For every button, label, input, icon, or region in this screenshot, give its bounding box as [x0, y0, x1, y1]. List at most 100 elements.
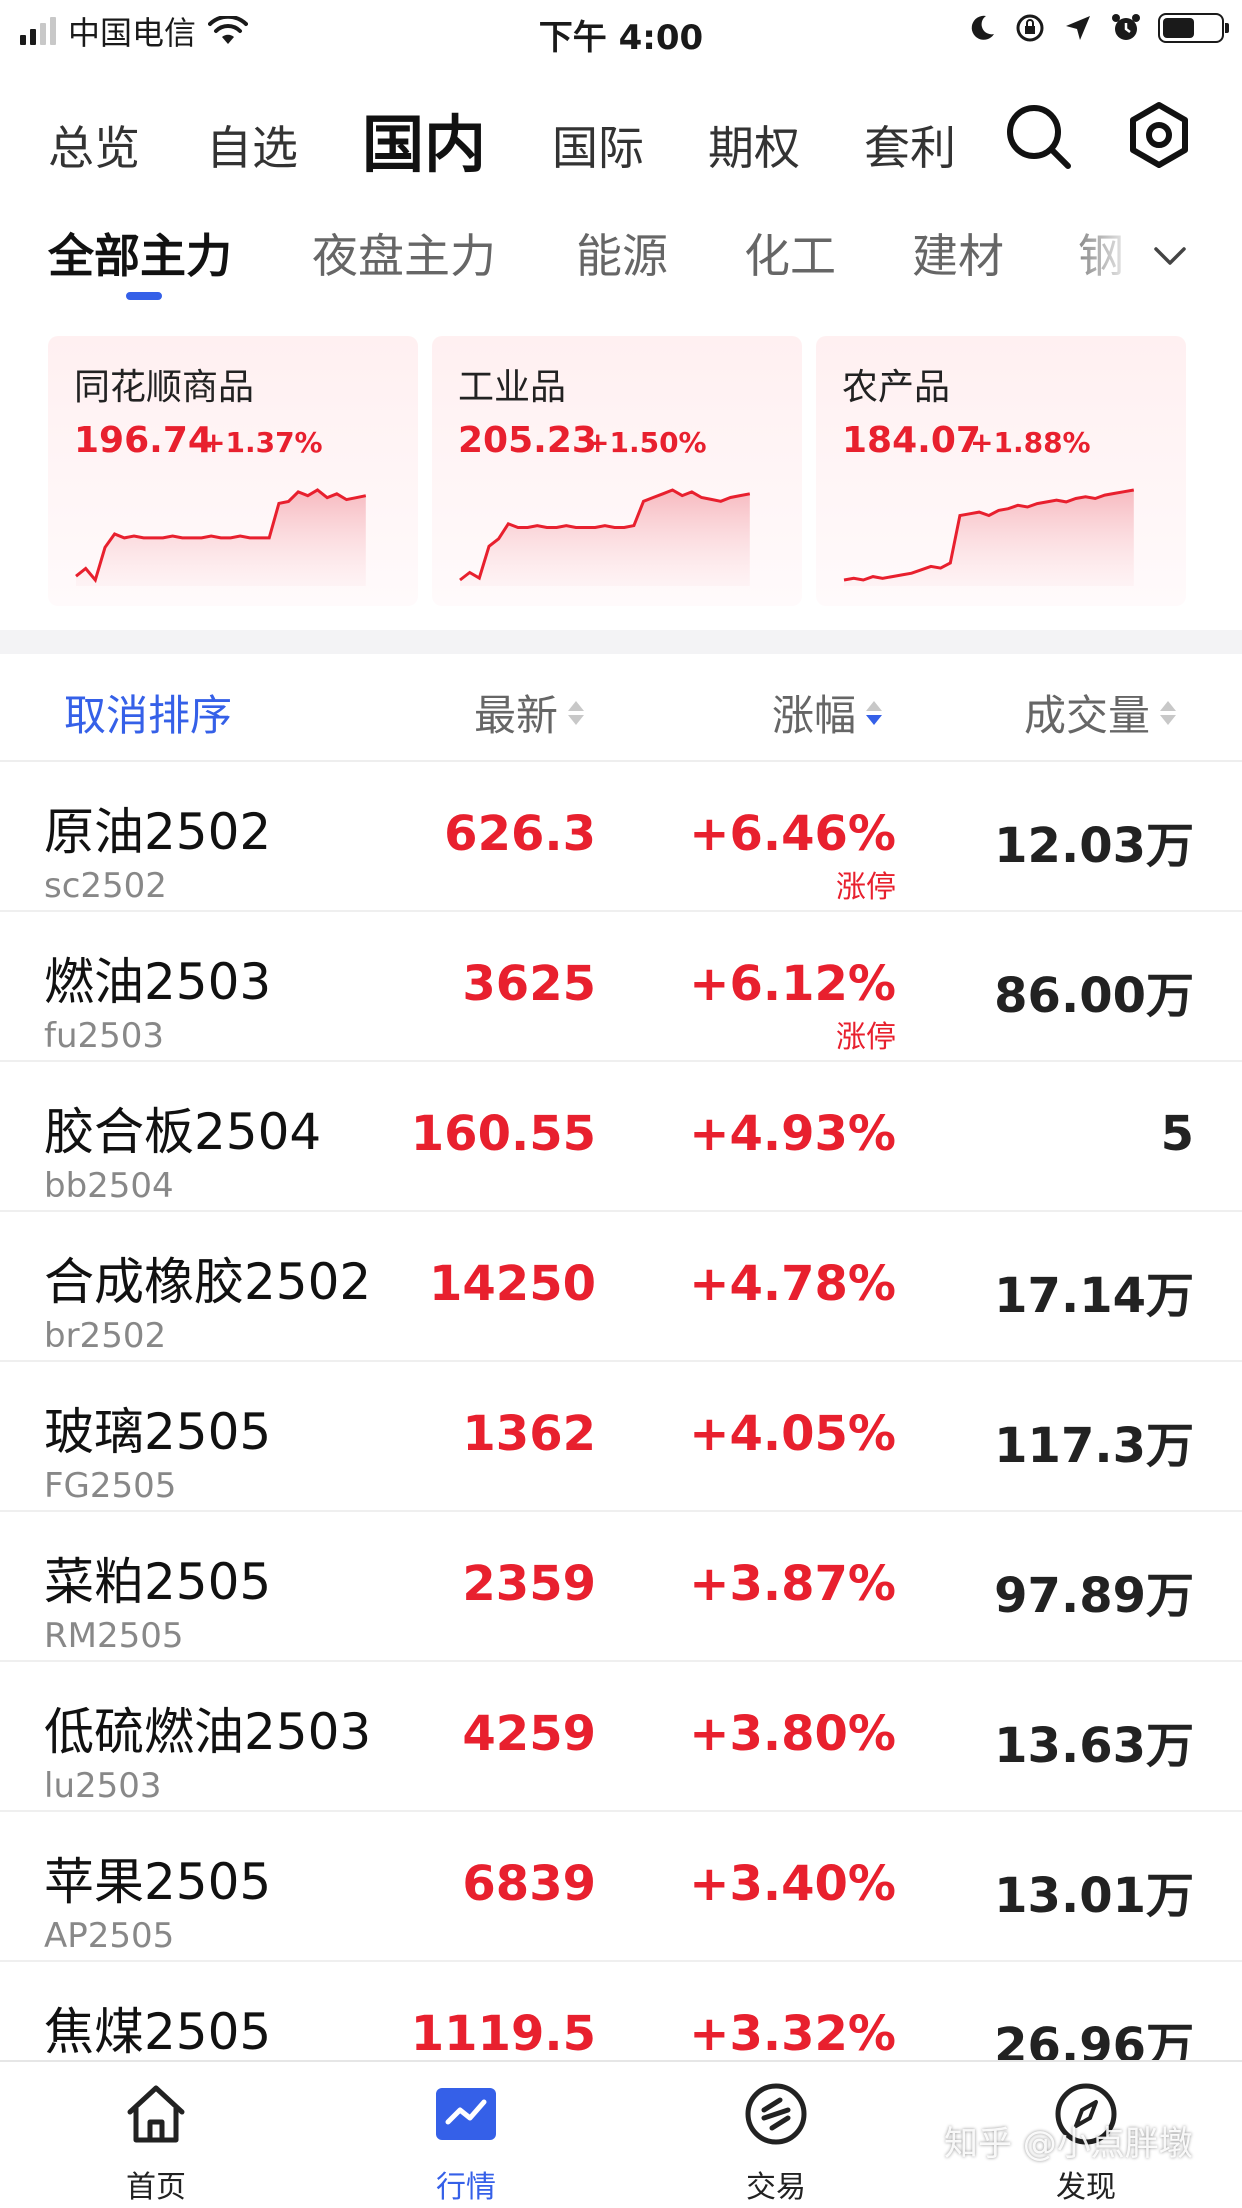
contract-code: FG2505: [44, 1466, 177, 1506]
chevron-down-icon[interactable]: [1150, 236, 1190, 276]
index-card[interactable]: 工业品 205.23 +1.50%: [432, 336, 802, 606]
top-nav: 总览 自选 国内 国际 期权 套利: [0, 90, 1242, 190]
subtab-energy[interactable]: 能源: [576, 220, 668, 286]
change-percent: +4.93%: [689, 1106, 896, 1162]
tab-arbitrage[interactable]: 套利: [864, 112, 956, 178]
contract-name: 菜粕2505: [44, 1553, 272, 1611]
location-icon: [1066, 16, 1090, 40]
settings-icon[interactable]: [1124, 100, 1194, 170]
volume: 86.00万: [994, 968, 1194, 1024]
contract-name: 合成橡胶2502: [44, 1253, 372, 1311]
change-percent: +6.12%: [689, 956, 896, 1012]
subtab-night-main[interactable]: 夜盘主力: [312, 220, 496, 286]
market-icon: [436, 2088, 496, 2140]
search-icon[interactable]: [1004, 102, 1074, 172]
latest-price: 1362: [462, 1406, 596, 1462]
rotation-lock-icon: [1016, 14, 1044, 42]
change-header-label: 涨幅: [772, 691, 857, 740]
latest-header-label: 最新: [474, 691, 559, 740]
battery-icon: [1158, 13, 1229, 43]
status-bar: 中国电信 下午 4:00: [0, 0, 1242, 62]
quote-list: 原油2502 sc2502 626.3 +6.46% 涨停 12.03万 燃油2…: [0, 762, 1242, 2112]
contract-name: 苹果2505: [44, 1853, 272, 1911]
index-card[interactable]: 同花顺商品 196.74 +1.37%: [48, 336, 418, 606]
latest-price: 2359: [462, 1556, 596, 1612]
moon-icon: [971, 15, 994, 40]
index-card-change: +1.50%: [586, 426, 707, 459]
latest-price: 4259: [462, 1706, 596, 1762]
index-cards: 同花顺商品 196.74 +1.37% 工业品 205.23 +1.50% 农产…: [48, 336, 1194, 606]
contract-code: fu2503: [44, 1016, 165, 1056]
contract-name: 原油2502: [44, 803, 272, 861]
subtab-chemical[interactable]: 化工: [744, 220, 836, 286]
tab-domestic[interactable]: 国内: [362, 94, 486, 184]
tabbar-trade[interactable]: 交易: [676, 2062, 876, 2208]
contract-code: sc2502: [44, 866, 167, 906]
home-icon: [127, 2085, 185, 2143]
table-row[interactable]: 低硫燃油2503 lu2503 4259 +3.80% 13.63万: [0, 1662, 1242, 1812]
latest-price: 3625: [462, 956, 596, 1012]
change-percent: +4.78%: [689, 1256, 896, 1312]
table-header: 取消排序 最新 涨幅 成交量: [0, 654, 1242, 762]
volume-header-label: 成交量: [1024, 691, 1151, 740]
volume: 13.63万: [994, 1718, 1194, 1774]
volume: 13.01万: [994, 1868, 1194, 1924]
index-card-name: 工业品: [458, 367, 567, 408]
change-percent: +6.46%: [689, 806, 896, 862]
sort-volume-header[interactable]: 成交量: [1024, 682, 1177, 743]
tabbar-label: 首页: [126, 2170, 186, 2205]
table-row[interactable]: 原油2502 sc2502 626.3 +6.46% 涨停 12.03万: [0, 762, 1242, 912]
contract-name: 焦煤2505: [44, 2003, 272, 2061]
contract-name: 玻璃2505: [44, 1403, 272, 1461]
sparkline-area: [844, 490, 1134, 586]
sort-change-header[interactable]: 涨幅: [772, 682, 883, 743]
table-row[interactable]: 苹果2505 AP2505 6839 +3.40% 13.01万: [0, 1812, 1242, 1962]
index-card[interactable]: 农产品 184.07 +1.88%: [816, 336, 1186, 606]
alarm-icon: [1112, 14, 1140, 40]
change-percent: +4.05%: [689, 1406, 896, 1462]
index-card-sparkline: [75, 488, 367, 586]
index-card-change: +1.88%: [970, 426, 1091, 459]
subtab-building-material[interactable]: 建材: [912, 220, 1004, 286]
tab-overview[interactable]: 总览: [48, 112, 140, 178]
volume: 97.89万: [994, 1568, 1194, 1624]
contract-name: 胶合板2504: [44, 1103, 322, 1161]
sort-latest-header[interactable]: 最新: [474, 682, 585, 743]
volume: 117.3万: [994, 1418, 1194, 1474]
tab-options[interactable]: 期权: [708, 112, 800, 178]
sparkline-area: [460, 490, 750, 586]
cancel-sort-button[interactable]: 取消排序: [64, 682, 232, 743]
tabbar-label: 交易: [746, 2170, 806, 2205]
table-row[interactable]: 胶合板2504 bb2504 160.55 +4.93% 5: [0, 1062, 1242, 1212]
change-percent: +3.80%: [689, 1706, 896, 1762]
tab-international[interactable]: 国际: [552, 112, 644, 178]
tabbar-label: 行情: [436, 2170, 496, 2205]
sub-nav: 全部主力 夜盘主力 能源 化工 建材 钢: [0, 220, 1242, 310]
change-percent: +3.87%: [689, 1556, 896, 1612]
table-row[interactable]: 合成橡胶2502 br2502 14250 +4.78% 17.14万: [0, 1212, 1242, 1362]
change-percent: +3.32%: [689, 2006, 896, 2062]
tabbar-market[interactable]: 行情: [366, 2062, 566, 2208]
index-card-name: 农产品: [842, 367, 951, 408]
table-row[interactable]: 玻璃2505 FG2505 1362 +4.05% 117.3万: [0, 1362, 1242, 1512]
table-row[interactable]: 菜粕2505 RM2505 2359 +3.87% 97.89万: [0, 1512, 1242, 1662]
latest-price: 1119.5: [410, 2006, 596, 2062]
sort-arrows-icon: [866, 700, 883, 725]
subtab-all-main[interactable]: 全部主力: [48, 220, 232, 286]
contract-code: bb2504: [44, 1166, 174, 1206]
index-card-sparkline: [843, 488, 1135, 586]
table-row[interactable]: 燃油2503 fu2503 3625 +6.12% 涨停 86.00万: [0, 912, 1242, 1062]
volume: 17.14万: [994, 1268, 1194, 1324]
volume: 5: [1160, 1106, 1194, 1162]
latest-price: 14250: [429, 1256, 596, 1312]
battery-level: [1163, 18, 1194, 38]
tab-watchlist[interactable]: 自选: [206, 112, 298, 178]
contract-code: br2502: [44, 1316, 167, 1356]
index-card-price: 184.07: [842, 420, 981, 461]
tabbar-home[interactable]: 首页: [56, 2062, 256, 2208]
limit-up-badge: 涨停: [836, 1020, 896, 1055]
index-card-price: 196.74: [74, 420, 213, 461]
index-card-name: 同花顺商品: [74, 367, 255, 408]
contract-name: 低硫燃油2503: [44, 1703, 372, 1761]
volume: 12.03万: [994, 818, 1194, 874]
